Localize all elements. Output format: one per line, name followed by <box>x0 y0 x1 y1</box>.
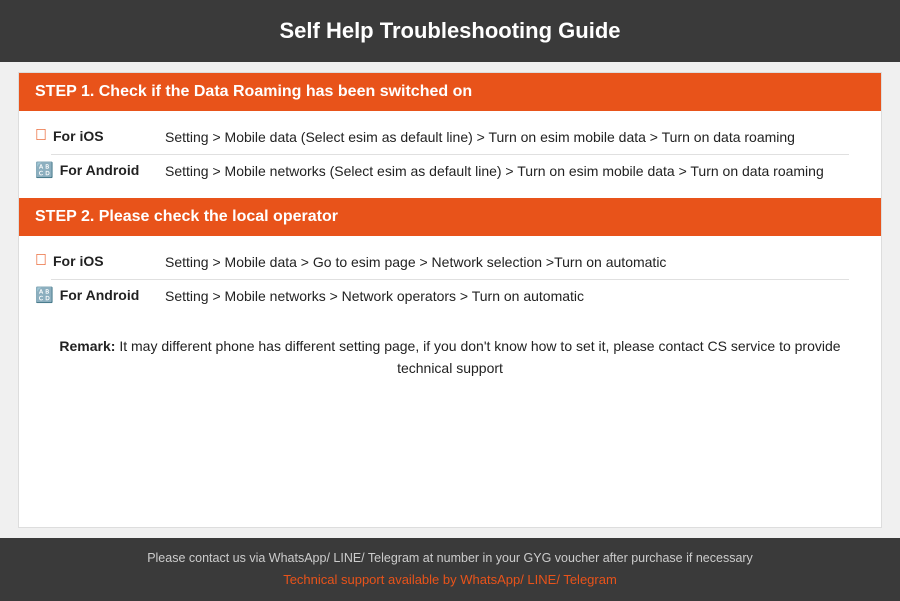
footer-contact-text: Please contact us via WhatsApp/ LINE/ Te… <box>20 548 880 569</box>
android-icon-2: 🔠 <box>35 286 54 304</box>
step2-ios-text: Setting > Mobile data > Go to esim page … <box>165 252 865 273</box>
apple-icon:  <box>35 127 47 145</box>
step1-ios-row:  For iOS Setting > Mobile data (Select … <box>35 121 865 154</box>
step1-ios-text: Setting > Mobile data (Select esim as de… <box>165 127 865 148</box>
page-title: Self Help Troubleshooting Guide <box>279 18 620 43</box>
step2-ios-row:  For iOS Setting > Mobile data > Go to … <box>35 246 865 279</box>
step1-android-text: Setting > Mobile networks (Select esim a… <box>165 161 865 182</box>
step2-header: STEP 2. Please check the local operator <box>19 198 881 236</box>
android-icon: 🔠 <box>35 161 54 179</box>
step2-content:  For iOS Setting > Mobile data > Go to … <box>19 236 881 323</box>
apple-icon-2:  <box>35 252 47 270</box>
step1-heading: STEP 1. Check if the Data Roaming has be… <box>35 83 472 100</box>
page-header: Self Help Troubleshooting Guide <box>0 0 900 62</box>
step2-android-row: 🔠 For Android Setting > Mobile networks … <box>35 280 865 313</box>
remark-text: It may different phone has different set… <box>119 338 840 376</box>
footer: Please contact us via WhatsApp/ LINE/ Te… <box>0 538 900 601</box>
step1-android-label: 🔠 For Android <box>35 161 165 179</box>
step1-android-row: 🔠 For Android Setting > Mobile networks … <box>35 155 865 188</box>
footer-support-text: Technical support available by WhatsApp/… <box>20 569 880 591</box>
remark-label: Remark: <box>59 338 115 354</box>
remark-section: Remark: It may different phone has diffe… <box>19 323 881 392</box>
step1-ios-label:  For iOS <box>35 127 165 145</box>
step2-android-text: Setting > Mobile networks > Network oper… <box>165 286 865 307</box>
step2-heading: STEP 2. Please check the local operator <box>35 208 338 225</box>
main-card: STEP 1. Check if the Data Roaming has be… <box>18 72 882 528</box>
step1-content:  For iOS Setting > Mobile data (Select … <box>19 111 881 198</box>
step1-header: STEP 1. Check if the Data Roaming has be… <box>19 73 881 111</box>
step2-ios-label:  For iOS <box>35 252 165 270</box>
step2-android-label: 🔠 For Android <box>35 286 165 304</box>
